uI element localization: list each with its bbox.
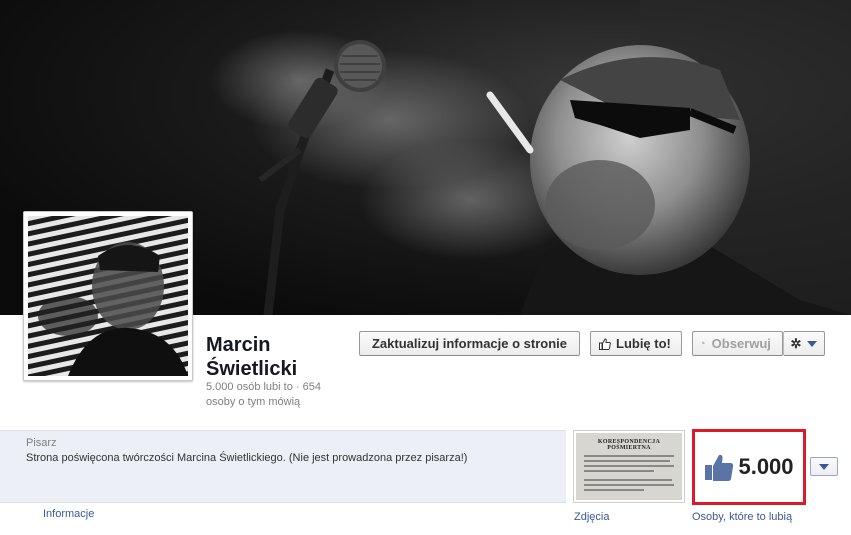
about-box xyxy=(0,430,566,503)
photo-book-title: KORESPONDENCJA POŚMIERTNA xyxy=(597,439,661,451)
page-description: Strona poświęcona twórczości Marcina Świ… xyxy=(26,452,468,464)
likes-app-box[interactable]: 5.000 xyxy=(692,429,806,505)
likes-count: 5.000 xyxy=(738,454,794,479)
follow-button-label: Obserwuj xyxy=(711,336,771,351)
follow-button[interactable]: ◔ Obserwuj xyxy=(692,331,783,356)
page-title-last-name[interactable]: Świetlicki xyxy=(206,357,297,381)
thumbs-up-icon xyxy=(599,337,611,350)
update-page-info-button[interactable]: Zaktualizuj informacje o stronie xyxy=(359,331,580,356)
page-title-first-name[interactable]: Marcin xyxy=(206,333,297,357)
chevron-down-icon xyxy=(819,463,829,470)
photo-book-cover: KORESPONDENCJA POŚMIERTNA xyxy=(576,433,682,500)
info-link[interactable]: Informacje xyxy=(43,508,94,520)
gear-icon: ✲ xyxy=(790,335,802,351)
page-category: Pisarz xyxy=(26,437,57,449)
like-button-label: Lubię to! xyxy=(616,336,671,351)
photos-app-thumbnail[interactable]: KORESPONDENCJA POŚMIERTNA xyxy=(573,430,685,503)
thumbs-up-icon xyxy=(705,454,734,481)
likes-app-label[interactable]: Osoby, które to lubią xyxy=(692,511,792,523)
rss-icon: ◔ xyxy=(699,337,706,350)
page-stats: 5.000 osób lubi to · 654 osoby o tym mów… xyxy=(206,381,321,408)
like-button[interactable]: Lubię to! xyxy=(590,331,682,356)
apps-expand-button[interactable] xyxy=(810,457,838,476)
page-settings-button[interactable]: ✲ xyxy=(783,331,825,356)
page-title[interactable]: Marcin Świetlicki xyxy=(206,333,297,381)
chevron-down-icon xyxy=(807,340,818,347)
profile-picture[interactable] xyxy=(23,211,193,381)
photos-app-label[interactable]: Zdjęcia xyxy=(574,511,609,523)
